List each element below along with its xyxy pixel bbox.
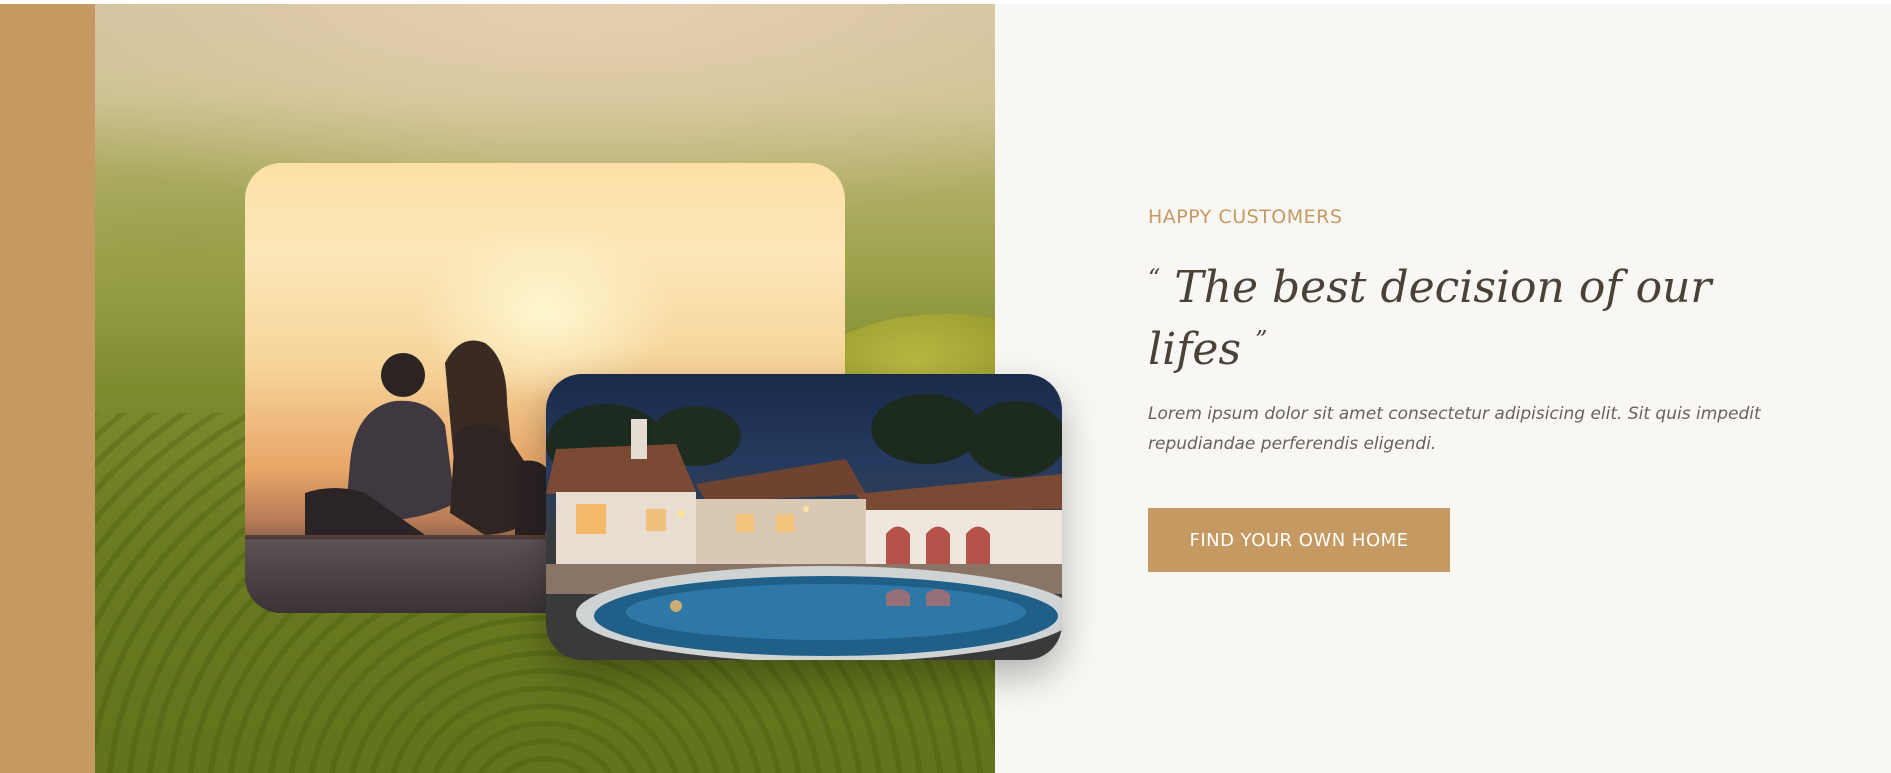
accent-strip xyxy=(0,4,95,773)
quote-close-mark: ” xyxy=(1255,326,1268,354)
section-eyebrow: HAPPY CUSTOMERS xyxy=(1148,206,1343,228)
headline-text: The best decision of our lifes xyxy=(1148,262,1712,375)
villa-illustration xyxy=(546,394,1062,660)
find-home-button[interactable]: FIND YOUR OWN HOME xyxy=(1148,508,1450,572)
quote-open-mark: “ xyxy=(1148,264,1161,292)
testimonial-headline: “ The best decision of our lifes ” xyxy=(1148,252,1768,376)
testimonial-section: HAPPY CUSTOMERS “ The best decision of o… xyxy=(0,4,1891,773)
villa-pool-photo xyxy=(546,374,1062,660)
testimonial-body: Lorem ipsum dolor sit amet consectetur a… xyxy=(1148,404,1761,454)
